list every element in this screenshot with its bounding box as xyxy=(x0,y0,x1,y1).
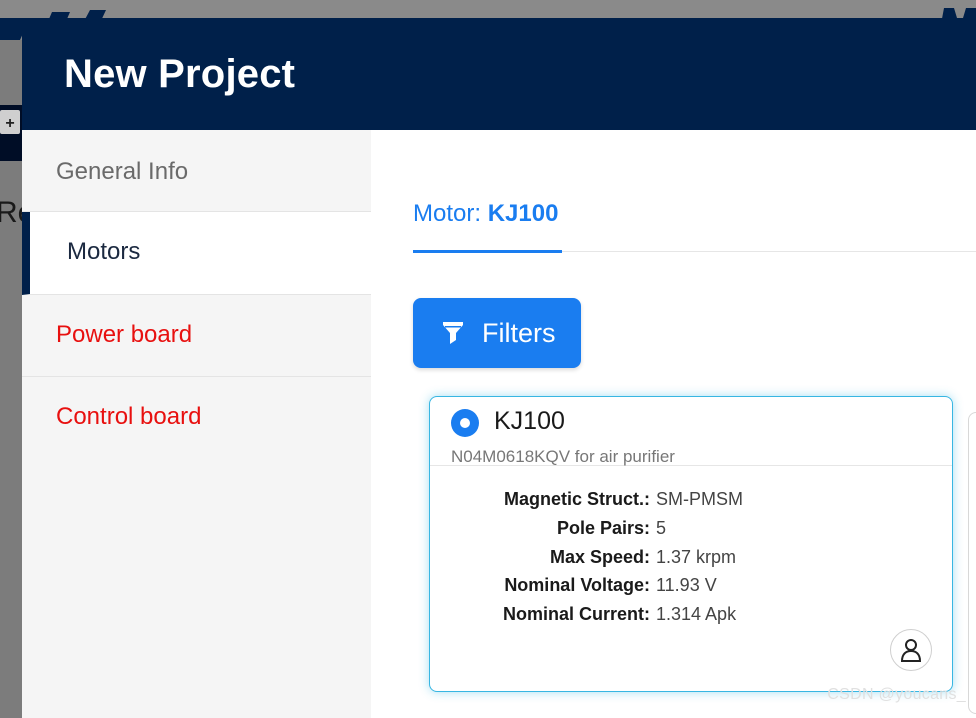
nav-item-label: Power board xyxy=(56,321,193,348)
nav-item-power-board[interactable]: Power board xyxy=(22,295,371,377)
add-file-icon: + xyxy=(0,110,20,134)
watermark: CSDN @youcans_ xyxy=(827,686,966,703)
next-motor-card[interactable] xyxy=(968,412,976,714)
spec-row: Nominal Current: 1.314 Apk xyxy=(430,604,952,630)
motor-card[interactable]: KJ100 N04M0618KQV for air purifier Magne… xyxy=(429,396,953,692)
spec-value: 1.314 Apk xyxy=(656,604,737,624)
modal-header: New Project xyxy=(22,18,976,130)
spec-row: Magnetic Struct.: SM-PMSM xyxy=(430,489,952,515)
spec-label: Max Speed: xyxy=(549,547,650,567)
spec-row: Pole Pairs: 5 xyxy=(430,518,952,544)
funnel-icon xyxy=(443,322,463,344)
spec-label: Nominal Voltage: xyxy=(504,575,650,595)
nav-item-label: General Info xyxy=(56,158,189,185)
nav-item-motors[interactable]: Motors xyxy=(22,212,371,295)
new-project-modal: New Project General Info Motors Power bo… xyxy=(22,18,976,718)
motor-select-radio[interactable] xyxy=(451,409,479,437)
user-icon xyxy=(900,639,922,662)
filters-button[interactable]: Filters xyxy=(413,298,581,368)
motor-name: KJ100 xyxy=(494,407,565,435)
motor-description: N04M0618KQV for air purifier xyxy=(451,447,675,466)
spec-label: Pole Pairs: xyxy=(556,518,650,538)
main-content: Motor: KJ100 Filters KJ100 N04M0618KQV f… xyxy=(371,130,976,718)
tab-motor-prefix: Motor: xyxy=(413,200,488,227)
tab-motor[interactable]: Motor: KJ100 xyxy=(413,200,562,253)
nav-item-label: Control board xyxy=(56,403,202,430)
motor-owner-button[interactable] xyxy=(890,629,932,671)
spec-label: Nominal Current: xyxy=(502,604,650,624)
spec-value: 5 xyxy=(656,518,667,538)
spec-label: Magnetic Struct.: xyxy=(503,489,650,509)
tab-row: Motor: KJ100 xyxy=(413,130,976,253)
nav-item-control-board[interactable]: Control board xyxy=(22,377,371,458)
motor-card-header: KJ100 N04M0618KQV for air purifier xyxy=(430,397,952,466)
filters-label: Filters xyxy=(482,318,556,348)
spec-row: Max Speed: 1.37 krpm xyxy=(430,547,952,573)
spec-row: Nominal Voltage: 11.93 V xyxy=(430,575,952,601)
nav-item-general-info[interactable]: General Info xyxy=(22,130,371,212)
spec-value: 1.37 krpm xyxy=(656,547,737,567)
spec-value: SM-PMSM xyxy=(656,489,743,509)
spec-value: 11.93 V xyxy=(656,575,717,595)
nav-item-label: Motors xyxy=(67,238,141,265)
modal-title: New Project xyxy=(64,52,296,96)
tab-motor-value: KJ100 xyxy=(487,200,559,227)
side-nav: General Info Motors Power board Control … xyxy=(22,130,371,718)
